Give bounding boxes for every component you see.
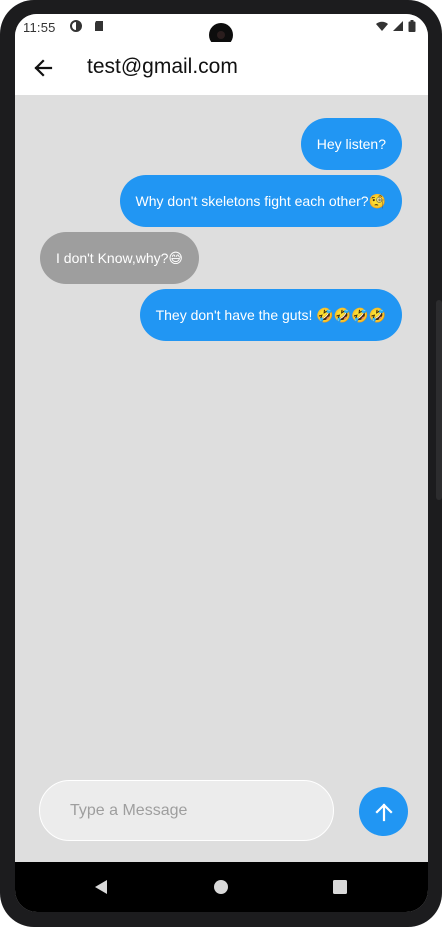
phone-frame: 11:55 test@gmail.com Hey listen? Why don… <box>0 0 442 927</box>
sync-icon <box>70 20 82 32</box>
wifi-icon <box>376 21 388 31</box>
home-circle-icon[interactable] <box>212 878 230 896</box>
status-bar: 11:55 <box>15 14 428 47</box>
sd-card-icon <box>95 21 103 31</box>
message-bubble-sent[interactable]: Why don't skeletons fight each other?🧐 <box>119 175 402 227</box>
back-button[interactable] <box>29 54 57 82</box>
send-button[interactable] <box>359 787 408 836</box>
screen: 11:55 test@gmail.com Hey listen? Why don… <box>15 14 428 912</box>
message-bubble-sent[interactable]: Hey listen? <box>300 118 402 170</box>
battery-icon <box>408 20 416 32</box>
arrow-back-icon <box>34 59 53 77</box>
arrow-up-icon <box>374 802 393 821</box>
back-triangle-icon[interactable] <box>92 878 110 896</box>
message-bubble-sent[interactable]: They don't have the guts! 🤣🤣🤣🤣 <box>139 289 402 341</box>
message-list: Hey listen? Why don't skeletons fight ea… <box>15 95 428 775</box>
chat-title: test@gmail.com <box>87 55 238 78</box>
system-navigation-bar <box>15 862 428 912</box>
signal-icon <box>393 21 403 31</box>
recents-square-icon[interactable] <box>331 878 349 896</box>
message-bubble-received[interactable]: I don't Know,why?😅 <box>40 232 200 284</box>
app-bar: test@gmail.com <box>15 42 428 95</box>
status-time: 11:55 <box>23 20 56 35</box>
message-input[interactable] <box>39 780 334 841</box>
side-button <box>436 300 442 500</box>
